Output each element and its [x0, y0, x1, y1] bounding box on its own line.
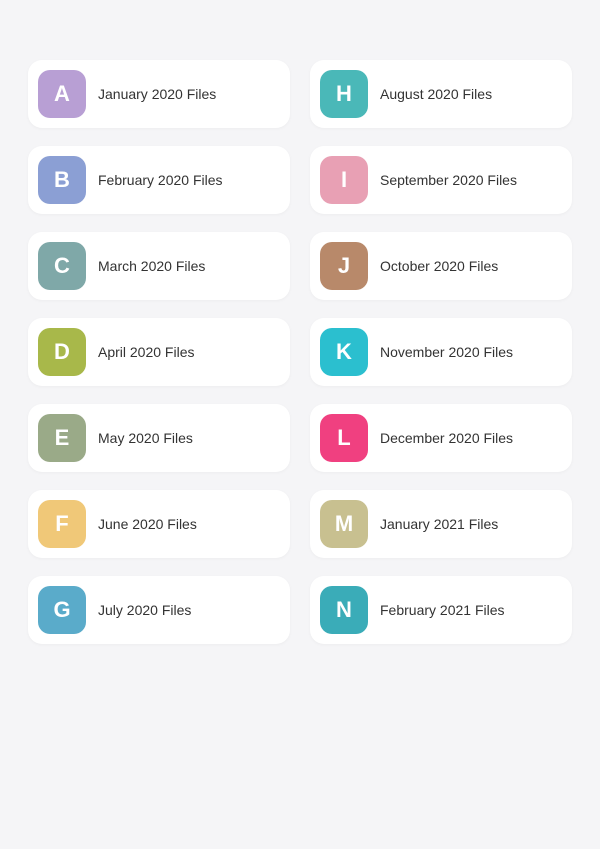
folder-icon-k: K [320, 328, 368, 376]
folder-icon-g: G [38, 586, 86, 634]
folder-item-c[interactable]: C March 2020 Files [28, 232, 290, 300]
folder-item-e[interactable]: E May 2020 Files [28, 404, 290, 472]
folder-icon-e: E [38, 414, 86, 462]
folder-label-c: March 2020 Files [98, 258, 205, 274]
folder-label-f: June 2020 Files [98, 516, 197, 532]
folder-label-l: December 2020 Files [380, 430, 513, 446]
folder-icon-d: D [38, 328, 86, 376]
folder-icon-i: I [320, 156, 368, 204]
folder-icon-j: J [320, 242, 368, 290]
folder-icon-a: A [38, 70, 86, 118]
folder-label-a: January 2020 Files [98, 86, 216, 102]
folder-icon-c: C [38, 242, 86, 290]
folder-icon-h: H [320, 70, 368, 118]
folder-label-n: February 2021 Files [380, 602, 505, 618]
folder-item-i[interactable]: I September 2020 Files [310, 146, 572, 214]
folder-icon-l: L [320, 414, 368, 462]
folder-item-d[interactable]: D April 2020 Files [28, 318, 290, 386]
folder-icon-m: M [320, 500, 368, 548]
folder-label-e: May 2020 Files [98, 430, 193, 446]
folder-item-f[interactable]: F June 2020 Files [28, 490, 290, 558]
folder-icon-b: B [38, 156, 86, 204]
folder-icon-f: F [38, 500, 86, 548]
folder-label-j: October 2020 Files [380, 258, 498, 274]
folder-label-b: February 2020 Files [98, 172, 223, 188]
folder-label-k: November 2020 Files [380, 344, 513, 360]
folder-item-l[interactable]: L December 2020 Files [310, 404, 572, 472]
folder-item-m[interactable]: M January 2021 Files [310, 490, 572, 558]
folder-item-b[interactable]: B February 2020 Files [28, 146, 290, 214]
folder-label-g: July 2020 Files [98, 602, 191, 618]
folder-item-h[interactable]: H August 2020 Files [310, 60, 572, 128]
folder-label-i: September 2020 Files [380, 172, 517, 188]
folder-item-j[interactable]: J October 2020 Files [310, 232, 572, 300]
folder-item-g[interactable]: G July 2020 Files [28, 576, 290, 644]
folder-icon-n: N [320, 586, 368, 634]
folder-item-a[interactable]: A January 2020 Files [28, 60, 290, 128]
folder-label-h: August 2020 Files [380, 86, 492, 102]
folder-label-m: January 2021 Files [380, 516, 498, 532]
folder-grid: A January 2020 Files H August 2020 Files B Fe… [28, 60, 572, 644]
folder-item-n[interactable]: N February 2021 Files [310, 576, 572, 644]
folder-item-k[interactable]: K November 2020 Files [310, 318, 572, 386]
folder-label-d: April 2020 Files [98, 344, 195, 360]
